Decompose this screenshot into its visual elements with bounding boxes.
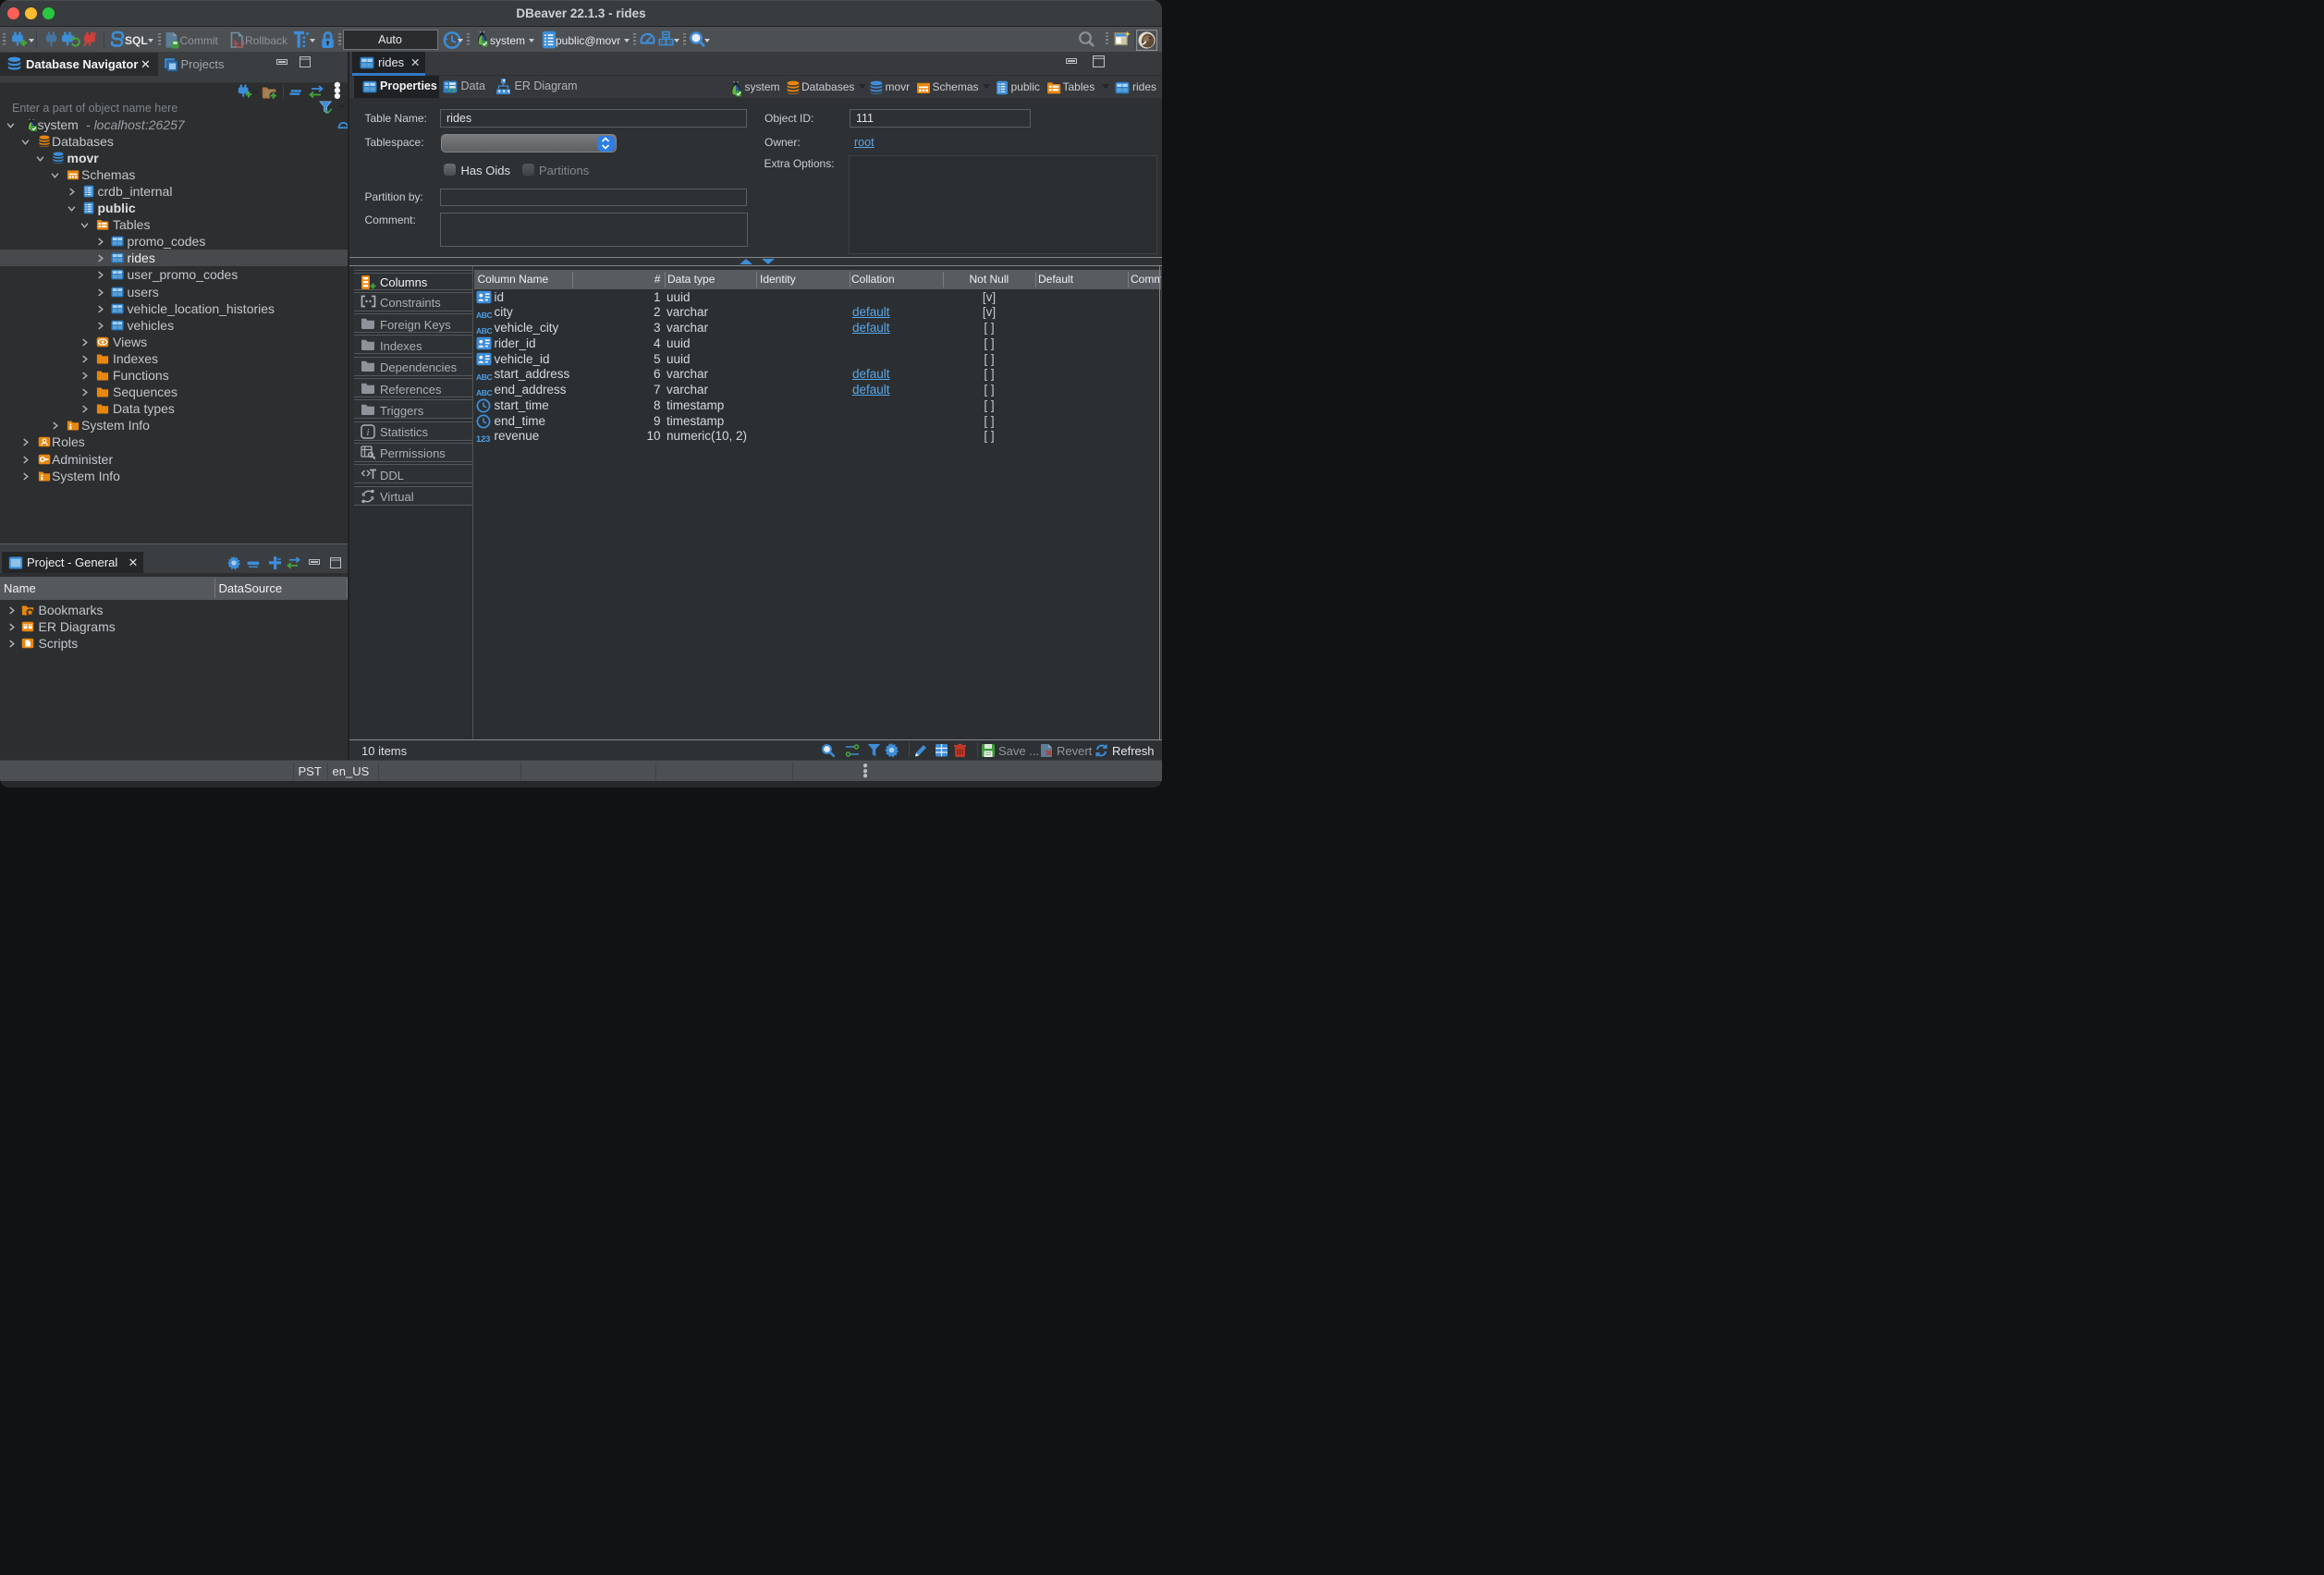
svg-text:i: i [366, 427, 369, 438]
